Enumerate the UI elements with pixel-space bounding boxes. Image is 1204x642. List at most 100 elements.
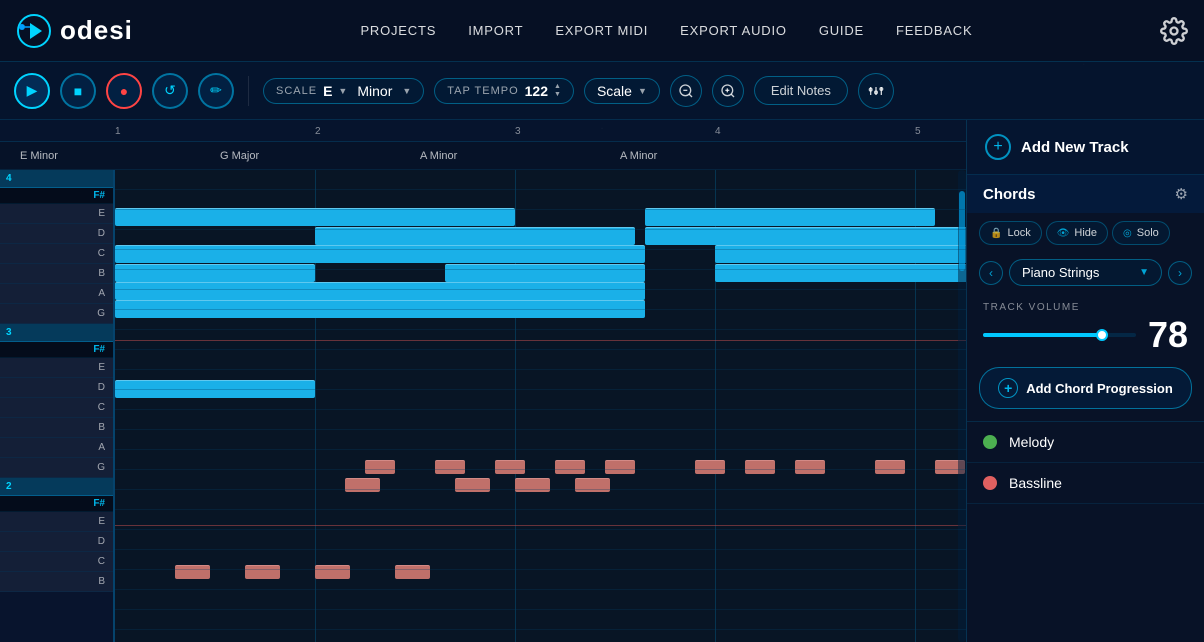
note-a2-p2[interactable] xyxy=(435,460,465,474)
stop-button[interactable]: ■ xyxy=(60,73,96,109)
note-g2-p3[interactable] xyxy=(515,478,550,492)
key-a3[interactable]: A xyxy=(0,284,113,304)
snap-dropdown[interactable]: ▼ xyxy=(638,86,647,96)
note-e2-p3[interactable] xyxy=(315,565,350,579)
key-c4[interactable]: C xyxy=(0,244,113,264)
note-c4-1[interactable] xyxy=(115,245,645,263)
zoom-in-button[interactable] xyxy=(712,75,744,107)
key-b2[interactable]: B xyxy=(0,418,113,438)
add-chord-progression-button[interactable]: + Add Chord Progression xyxy=(979,367,1192,409)
note-b3-1[interactable] xyxy=(115,264,315,282)
bassline-track-name: Bassline xyxy=(1009,475,1062,491)
chord-labels-row: E Minor G Major A Minor A Minor xyxy=(0,142,966,170)
nav-links: PROJECTS IMPORT EXPORT MIDI EXPORT AUDIO… xyxy=(173,23,1160,38)
note-a2-p4[interactable] xyxy=(555,460,585,474)
bassline-track-item[interactable]: Bassline xyxy=(967,463,1204,504)
note-e4-1[interactable] xyxy=(115,208,515,226)
key-e4[interactable]: E xyxy=(0,204,113,224)
note-a2-p3[interactable] xyxy=(495,460,525,474)
key-b3[interactable]: B xyxy=(0,264,113,284)
instrument-dropdown[interactable]: Piano Strings ▼ xyxy=(1009,259,1162,286)
key-fs4[interactable]: F# xyxy=(0,188,113,204)
melody-track-item[interactable]: Melody xyxy=(967,422,1204,463)
note-b3-2[interactable] xyxy=(445,264,645,282)
note-a2-p6[interactable] xyxy=(695,460,725,474)
nav-feedback[interactable]: FEEDBACK xyxy=(896,23,972,38)
key-c2[interactable]: C xyxy=(0,552,113,572)
note-e4-2[interactable] xyxy=(645,208,935,226)
note-g2-p4[interactable] xyxy=(575,478,610,492)
play-button[interactable]: ▶ xyxy=(14,73,50,109)
key-b1[interactable]: B xyxy=(0,572,113,592)
key-d3[interactable]: D xyxy=(0,378,113,398)
note-e3-1[interactable] xyxy=(115,380,315,398)
note-e2-p1[interactable] xyxy=(175,565,210,579)
record-button[interactable]: ● xyxy=(106,73,142,109)
key-d2[interactable]: D xyxy=(0,532,113,552)
note-d4-1[interactable] xyxy=(315,227,635,245)
mixer-button[interactable] xyxy=(858,73,894,109)
solo-button[interactable]: ◎ Solo xyxy=(1112,221,1170,245)
scale-selector[interactable]: SCALE E ▼ Minor ▼ xyxy=(263,78,424,104)
scrollbar-thumb xyxy=(959,191,965,271)
instrument-prev-button[interactable]: ‹ xyxy=(979,261,1003,285)
separator xyxy=(248,76,249,106)
solo-icon: ◎ xyxy=(1123,228,1132,239)
key-g2[interactable]: G xyxy=(0,458,113,478)
note-e2-p2[interactable] xyxy=(245,565,280,579)
loop-button[interactable]: ↺ xyxy=(152,73,188,109)
key-a2[interactable]: A xyxy=(0,438,113,458)
note-a2-p1[interactable] xyxy=(365,460,395,474)
key-fs3[interactable]: F# xyxy=(0,342,113,358)
note-a2-p5[interactable] xyxy=(605,460,635,474)
tempo-control[interactable]: TAP TEMPO 122 ▲ ▼ xyxy=(434,78,574,104)
note-g2-p2[interactable] xyxy=(455,478,490,492)
note-a3-1[interactable] xyxy=(115,282,645,300)
key-c3[interactable]: C xyxy=(0,398,113,418)
snap-selector[interactable]: Scale ▼ xyxy=(584,78,660,104)
pencil-button[interactable]: ✏ xyxy=(198,73,234,109)
zoom-out-button[interactable] xyxy=(670,75,702,107)
nav-import[interactable]: IMPORT xyxy=(468,23,523,38)
hide-button[interactable]: 👁 Hide xyxy=(1046,221,1108,245)
note-a2-p9[interactable] xyxy=(875,460,905,474)
note-b3-3[interactable] xyxy=(715,264,966,282)
note-a2-p8[interactable] xyxy=(795,460,825,474)
note-g3-1[interactable] xyxy=(115,300,645,318)
note-grid[interactable] xyxy=(115,170,966,642)
settings-icon[interactable] xyxy=(1160,17,1188,45)
tempo-arrows[interactable]: ▲ ▼ xyxy=(554,83,561,98)
bassline-dot xyxy=(983,476,997,490)
key-d4[interactable]: D xyxy=(0,224,113,244)
lock-button[interactable]: 🔒 Lock xyxy=(979,221,1042,245)
nav-export-audio[interactable]: EXPORT AUDIO xyxy=(680,23,787,38)
volume-slider[interactable] xyxy=(983,333,1136,337)
key-g3[interactable]: G xyxy=(0,304,113,324)
note-a2-p7[interactable] xyxy=(745,460,775,474)
chords-gear-icon[interactable]: ⚙ xyxy=(1175,185,1188,203)
instrument-next-button[interactable]: › xyxy=(1168,261,1192,285)
add-chord-label: Add Chord Progression xyxy=(1026,381,1173,396)
chords-header: Chords ⚙ xyxy=(967,175,1204,213)
note-c4-2[interactable] xyxy=(715,245,966,263)
nav-export-midi[interactable]: EXPORT MIDI xyxy=(555,23,648,38)
add-track-label: Add New Track xyxy=(1021,139,1129,156)
volume-fill xyxy=(983,333,1102,337)
key-e3[interactable]: E xyxy=(0,358,113,378)
add-new-track-button[interactable]: + Add New Track xyxy=(967,120,1204,175)
key-e2[interactable]: E xyxy=(0,512,113,532)
nav-guide[interactable]: GUIDE xyxy=(819,23,864,38)
note-d4-2[interactable] xyxy=(645,227,966,245)
note-e2-p4[interactable] xyxy=(395,565,430,579)
scale-label: SCALE xyxy=(276,85,317,97)
tap-tempo-label: TAP TEMPO xyxy=(447,85,518,97)
section-line-1 xyxy=(115,340,966,341)
edit-notes-button[interactable]: Edit Notes xyxy=(754,76,848,105)
nav-projects[interactable]: PROJECTS xyxy=(360,23,436,38)
scale-type-dropdown[interactable]: ▼ xyxy=(402,86,411,96)
vertical-scrollbar[interactable] xyxy=(958,170,966,642)
note-g2-p1[interactable] xyxy=(345,478,380,492)
scale-key-dropdown[interactable]: ▼ xyxy=(338,86,347,96)
key-fs2[interactable]: F# xyxy=(0,496,113,512)
measure-3: 3 xyxy=(515,126,521,137)
